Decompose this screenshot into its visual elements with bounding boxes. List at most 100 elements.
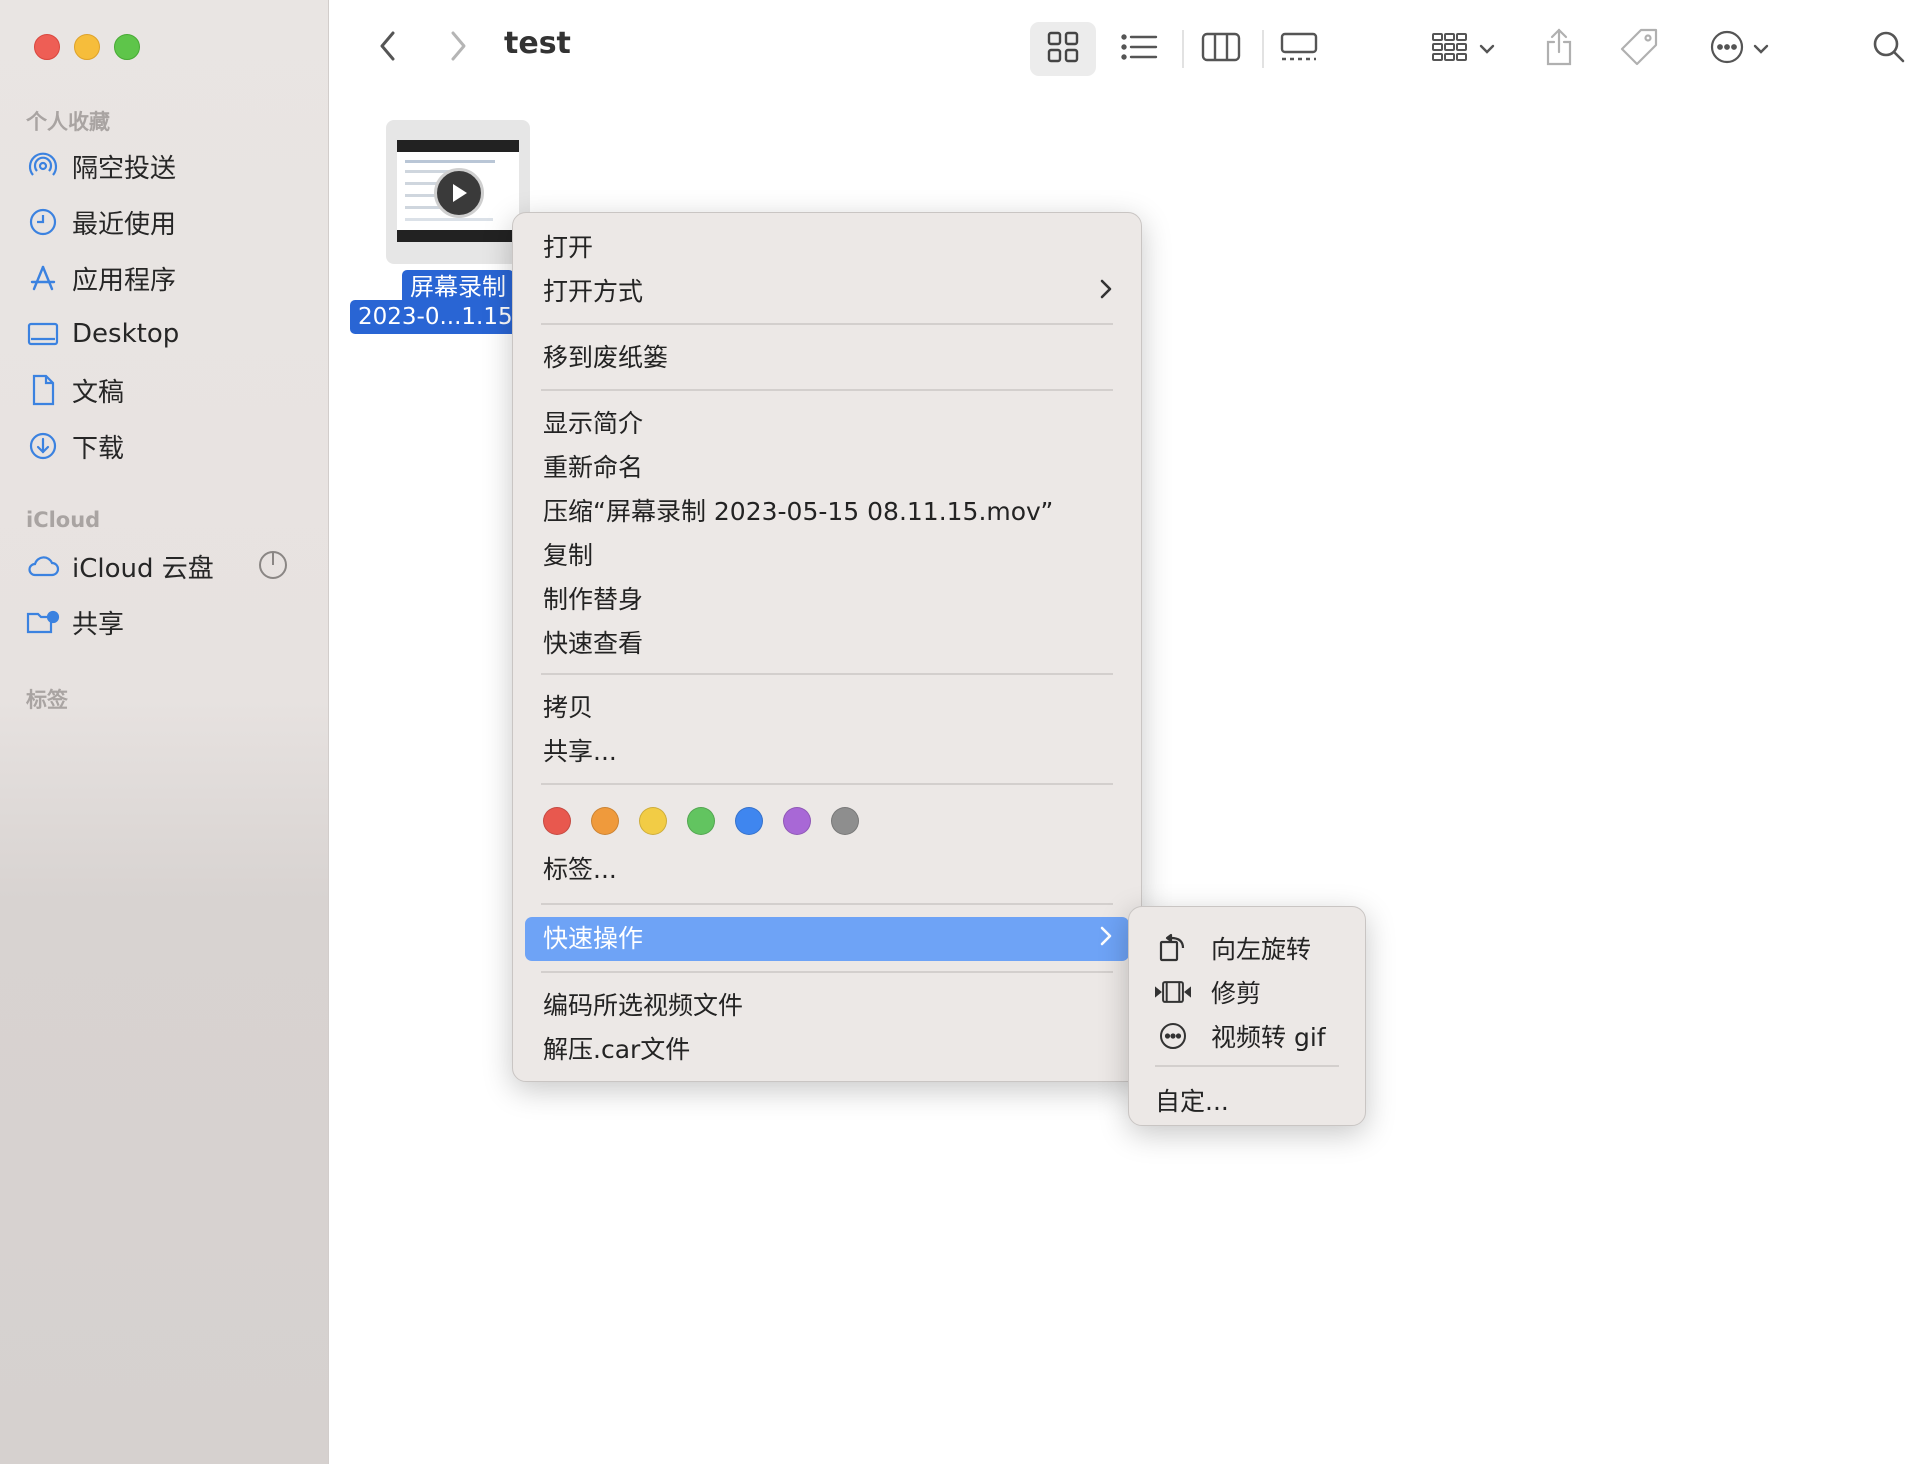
file-name-line1: 屏幕录制 (402, 270, 514, 304)
sidebar-item-shared[interactable]: 共享 (26, 600, 306, 644)
sidebar: 个人收藏 隔空投送 最近使用 应用程序 Desktop 文稿 下载 iCloud… (0, 0, 329, 1464)
menu-item-label: 快速操作 (543, 924, 644, 953)
tag-color-green[interactable] (687, 807, 715, 835)
share-icon (1543, 27, 1575, 71)
menu-item-decompress-car[interactable]: 解压.car文件 (543, 1029, 690, 1071)
gallery-icon (1279, 31, 1319, 67)
window-title: test (504, 26, 571, 61)
forward-button[interactable] (440, 28, 476, 68)
chevron-down-icon (1753, 40, 1769, 59)
menu-separator (541, 389, 1113, 391)
menu-item-rename[interactable]: 重新命名 (543, 447, 643, 489)
more-actions-button[interactable] (1696, 22, 1782, 76)
document-icon (26, 373, 60, 407)
menu-separator (541, 323, 1113, 325)
tags-header: 标签 (26, 688, 68, 712)
menu-item-encode-video[interactable]: 编码所选视频文件 (543, 985, 743, 1027)
submenu-item-customize[interactable]: 自定... (1155, 1079, 1229, 1121)
gallery-view-button[interactable] (1266, 22, 1332, 76)
menu-separator (1155, 1065, 1339, 1067)
grid-icon (1046, 30, 1080, 68)
search-button[interactable] (1866, 24, 1912, 74)
sidebar-item-label: 共享 (72, 609, 125, 640)
icon-view-button[interactable] (1030, 22, 1096, 76)
submenu-item-rotate-left[interactable]: 向左旋转 (1155, 927, 1311, 969)
play-icon (434, 168, 484, 218)
sidebar-item-applications[interactable]: 应用程序 (26, 256, 306, 300)
search-icon (1872, 30, 1906, 68)
columns-icon (1201, 31, 1241, 67)
icloud-storage-status-icon[interactable] (258, 550, 288, 580)
list-view-button[interactable] (1106, 22, 1172, 76)
list-icon (1120, 32, 1158, 66)
ellipsis-circle-icon (1709, 29, 1745, 69)
sidebar-item-label: 隔空投送 (72, 153, 177, 184)
sidebar-item-label: iCloud 云盘 (72, 553, 214, 584)
tag-button[interactable] (1614, 22, 1664, 76)
submenu-item-label: 修剪 (1211, 979, 1262, 1008)
sidebar-item-label: 最近使用 (72, 209, 177, 240)
chevron-right-icon (1099, 271, 1113, 313)
shared-folder-icon (26, 605, 60, 639)
menu-separator (541, 673, 1113, 675)
cloud-icon (26, 549, 60, 583)
sidebar-item-label: 文稿 (72, 377, 125, 408)
sidebar-item-label: Desktop (72, 319, 180, 349)
menu-item-move-to-trash[interactable]: 移到废纸篓 (543, 337, 668, 379)
menu-item-duplicate[interactable]: 复制 (543, 535, 593, 577)
favorites-header: 个人收藏 (26, 110, 110, 134)
tag-color-yellow[interactable] (639, 807, 667, 835)
sidebar-item-airdrop[interactable]: 隔空投送 (26, 144, 306, 188)
sidebar-item-label: 下载 (72, 433, 125, 464)
share-button[interactable] (1536, 22, 1582, 76)
sidebar-item-documents[interactable]: 文稿 (26, 368, 306, 412)
toolbar-divider (1182, 30, 1184, 68)
submenu-item-label: 向左旋转 (1211, 935, 1312, 964)
context-menu: 打开 打开方式 移到废纸篓 显示简介 重新命名 压缩“屏幕录制 2023-05-… (512, 212, 1142, 1082)
clock-icon (26, 205, 60, 239)
chevron-left-icon (378, 30, 398, 66)
menu-item-share[interactable]: 共享... (543, 731, 617, 773)
chevron-down-icon (1479, 40, 1495, 59)
column-view-button[interactable] (1188, 22, 1254, 76)
back-button[interactable] (370, 28, 406, 68)
download-icon (26, 429, 60, 463)
tag-color-gray[interactable] (831, 807, 859, 835)
sidebar-item-downloads[interactable]: 下载 (26, 424, 306, 468)
group-by-button[interactable] (1420, 22, 1506, 76)
submenu-item-label: 自定... (1155, 1087, 1229, 1116)
menu-item-copy[interactable]: 拷贝 (543, 687, 593, 729)
submenu-item-label: 视频转 gif (1211, 1023, 1326, 1052)
desktop-icon (26, 317, 60, 351)
menu-separator (541, 971, 1113, 973)
rotate-left-icon (1155, 930, 1191, 966)
menu-item-compress[interactable]: 压缩“屏幕录制 2023-05-15 08.11.15.mov” (543, 491, 1053, 533)
applications-icon (26, 261, 60, 295)
submenu-item-video-to-gif[interactable]: 视频转 gif (1155, 1015, 1326, 1057)
submenu-item-trim[interactable]: 修剪 (1155, 971, 1261, 1013)
minimize-window-button[interactable] (74, 34, 100, 60)
tag-color-purple[interactable] (783, 807, 811, 835)
menu-item-tags[interactable]: 标签... (543, 849, 617, 891)
file-name-line2: 2023-0...1.15.mov (350, 300, 526, 334)
sidebar-item-recents[interactable]: 最近使用 (26, 200, 306, 244)
sidebar-item-desktop[interactable]: Desktop (26, 312, 306, 356)
menu-item-make-alias[interactable]: 制作替身 (543, 579, 643, 621)
menu-item-get-info[interactable]: 显示简介 (543, 403, 643, 445)
sidebar-item-label: 应用程序 (72, 265, 177, 296)
menu-item-open-with[interactable]: 打开方式 (543, 271, 1113, 313)
menu-item-quick-look[interactable]: 快速查看 (543, 623, 643, 665)
menu-item-open[interactable]: 打开 (543, 227, 593, 269)
close-window-button[interactable] (34, 34, 60, 60)
menu-item-label: 打开方式 (543, 277, 644, 306)
menu-separator (541, 903, 1113, 905)
tag-color-red[interactable] (543, 807, 571, 835)
tag-color-orange[interactable] (591, 807, 619, 835)
toolbar-divider (1262, 30, 1264, 68)
ellipsis-circle-icon (1155, 1018, 1191, 1054)
tag-color-blue[interactable] (735, 807, 763, 835)
menu-separator (541, 783, 1113, 785)
airdrop-icon (26, 149, 60, 183)
trim-icon (1155, 974, 1191, 1010)
zoom-window-button[interactable] (114, 34, 140, 60)
